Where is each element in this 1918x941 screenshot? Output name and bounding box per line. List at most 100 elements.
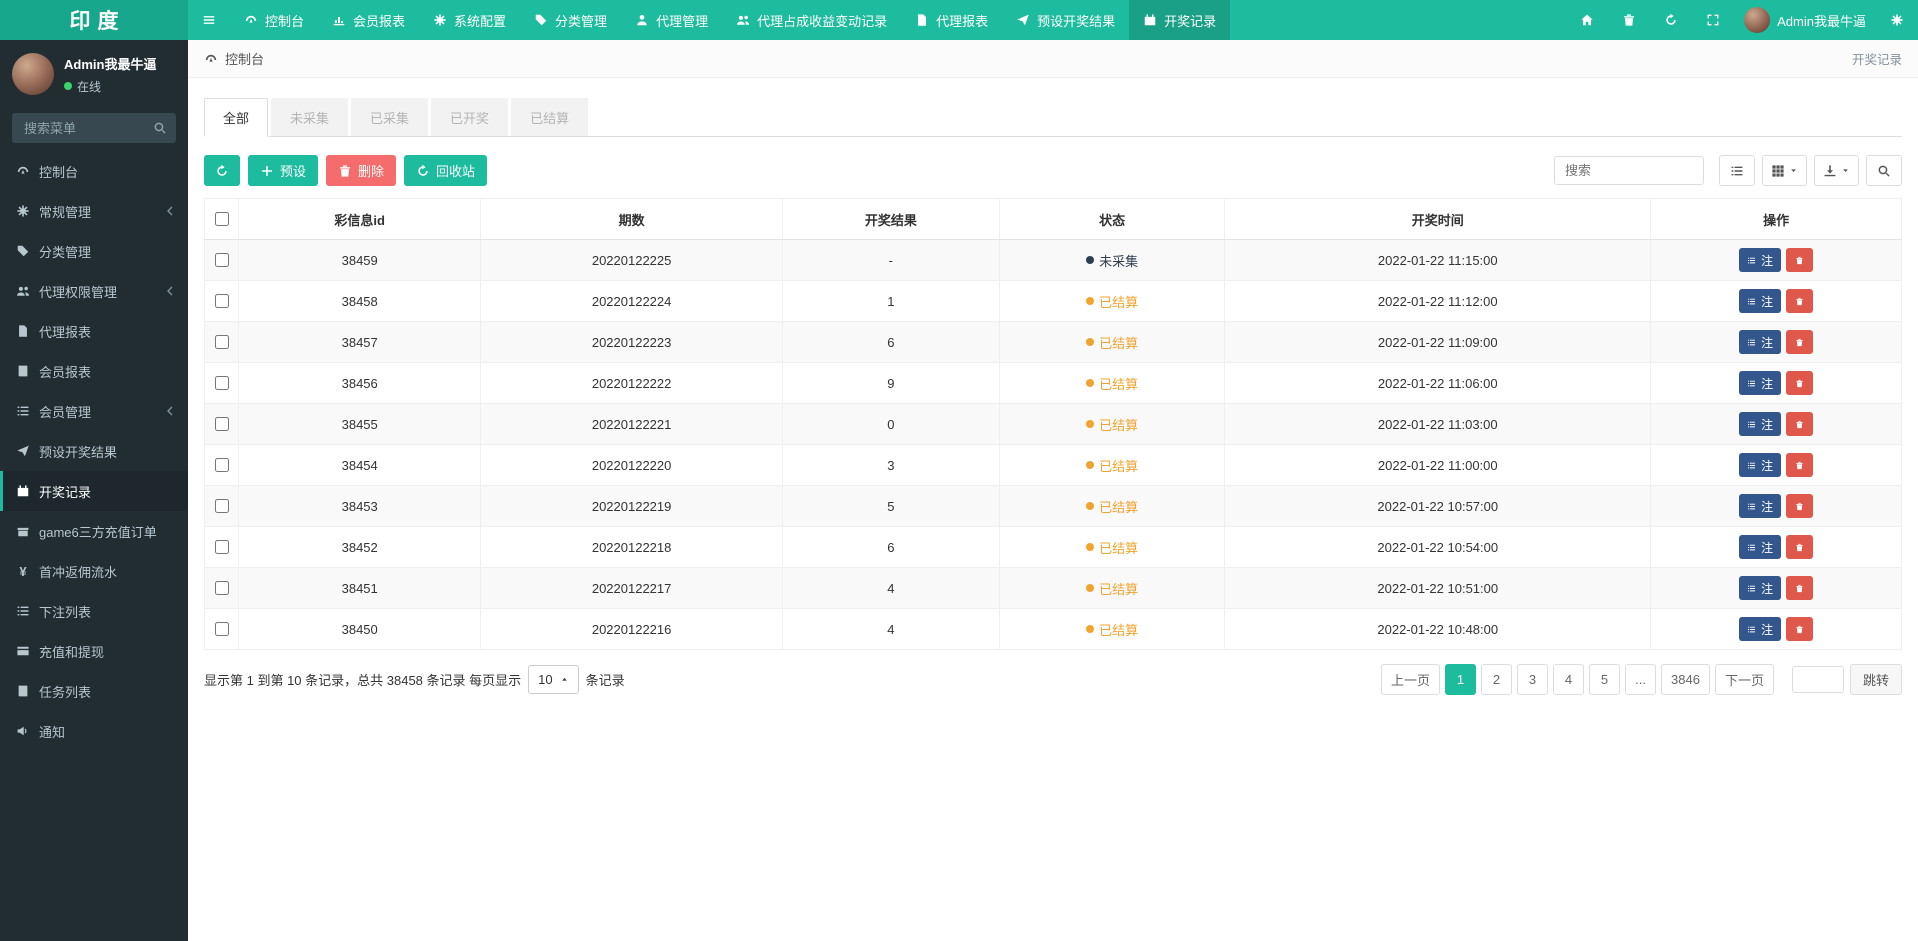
- delete-row-button[interactable]: [1786, 289, 1814, 313]
- delete-row-button[interactable]: [1786, 453, 1814, 477]
- delete-row-button[interactable]: [1786, 412, 1814, 436]
- page-button-4[interactable]: 4: [1553, 664, 1585, 695]
- sidebar-item-15[interactable]: 通知: [0, 711, 188, 751]
- row-checkbox[interactable]: [215, 499, 229, 513]
- delete-row-button[interactable]: [1786, 248, 1814, 272]
- row-checkbox[interactable]: [215, 294, 229, 308]
- settings-button[interactable]: [1876, 0, 1918, 40]
- fullscreen-button[interactable]: [1692, 0, 1734, 40]
- cell-actions: 注: [1650, 485, 1902, 527]
- row-checkbox[interactable]: [215, 253, 229, 267]
- note-button[interactable]: 注: [1739, 576, 1782, 600]
- note-button[interactable]: 注: [1739, 248, 1782, 272]
- note-button[interactable]: 注: [1739, 330, 1782, 354]
- page-button-1[interactable]: 1: [1445, 664, 1477, 695]
- topnav-item-5[interactable]: 代理管理: [621, 0, 722, 40]
- sidebar-search-input[interactable]: [12, 113, 176, 143]
- trash-icon: [1795, 543, 1804, 552]
- preset-button[interactable]: 预设: [248, 155, 319, 186]
- note-button[interactable]: 注: [1739, 494, 1782, 518]
- topnav-item-7[interactable]: 代理报表: [901, 0, 1002, 40]
- tab-2[interactable]: 未采集: [271, 98, 349, 136]
- delete-row-button[interactable]: [1786, 330, 1814, 354]
- sidebar-item-4[interactable]: 代理权限管理: [0, 271, 188, 311]
- chevron-left-icon: [162, 204, 176, 218]
- ellipsis-page-button[interactable]: ...: [1625, 664, 1657, 695]
- note-button[interactable]: 注: [1739, 289, 1782, 313]
- cell-actions: 注: [1650, 526, 1902, 568]
- page-size-select[interactable]: 10: [528, 665, 579, 694]
- row-checkbox[interactable]: [215, 622, 229, 636]
- note-button[interactable]: 注: [1739, 453, 1782, 477]
- next-page-button[interactable]: 下一页: [1714, 664, 1774, 695]
- tab-4[interactable]: 已开奖: [431, 98, 509, 136]
- sidebar-item-8[interactable]: 预设开奖结果: [0, 431, 188, 471]
- topnav-item-6[interactable]: 代理占成收益变动记录: [722, 0, 901, 40]
- delete-row-button[interactable]: [1786, 494, 1814, 518]
- delete-row-button[interactable]: [1786, 371, 1814, 395]
- cell-status: 已结算: [998, 280, 1226, 322]
- status-dot: [1086, 543, 1095, 551]
- row-checkbox[interactable]: [215, 581, 229, 595]
- page-button-5[interactable]: 5: [1589, 664, 1621, 695]
- topnav-item-2[interactable]: 会员报表: [318, 0, 419, 40]
- columns-dropdown-button[interactable]: [1762, 155, 1807, 186]
- sidebar-item-12[interactable]: 下注列表: [0, 591, 188, 631]
- sidebar-item-label: 首冲返佣流水: [39, 564, 118, 580]
- cell-id: 38453: [237, 485, 482, 527]
- delete-row-button[interactable]: [1786, 617, 1814, 641]
- sidebar-item-10[interactable]: game6三方充值订单: [0, 511, 188, 551]
- pagination-toggle-button[interactable]: [1719, 155, 1755, 186]
- clear-trash-button[interactable]: [1608, 0, 1650, 40]
- breadcrumb-location: 控制台: [204, 49, 264, 68]
- cell-period: 20220122224: [480, 280, 783, 322]
- sidebar-item-5[interactable]: 代理报表: [0, 311, 188, 351]
- prev-page-button[interactable]: 上一页: [1381, 664, 1441, 695]
- sidebar-item-13[interactable]: 充值和提现: [0, 631, 188, 671]
- tab-3[interactable]: 已采集: [351, 98, 429, 136]
- refresh-cache-button[interactable]: [1650, 0, 1692, 40]
- recycle-bin-button[interactable]: 回收站: [404, 155, 488, 186]
- sidebar-item-9[interactable]: 开奖记录: [0, 471, 188, 511]
- search-button[interactable]: [1866, 155, 1902, 186]
- sidebar-item-14[interactable]: 任务列表: [0, 671, 188, 711]
- sidebar-item-11[interactable]: ¥ 首冲返佣流水: [0, 551, 188, 591]
- sidebar-item-6[interactable]: 会员报表: [0, 351, 188, 391]
- tab-1[interactable]: 全部: [204, 98, 269, 137]
- table-header-row: 彩信息id 期数 开奖结果 状态 开奖时间 操作: [204, 198, 1902, 240]
- topnav-item-3[interactable]: 系统配置: [419, 0, 520, 40]
- row-checkbox[interactable]: [215, 458, 229, 472]
- topnav-item-4[interactable]: 分类管理: [520, 0, 621, 40]
- row-checkbox[interactable]: [215, 335, 229, 349]
- topbar-user-menu[interactable]: Admin我最牛逼: [1734, 0, 1876, 40]
- refresh-button[interactable]: [204, 155, 240, 186]
- sidebar-item-7[interactable]: 会员管理: [0, 391, 188, 431]
- sidebar-item-3[interactable]: 分类管理: [0, 231, 188, 271]
- sidebar-item-2[interactable]: 常规管理: [0, 191, 188, 231]
- export-dropdown-button[interactable]: [1814, 155, 1859, 186]
- note-button[interactable]: 注: [1739, 617, 1782, 641]
- note-button[interactable]: 注: [1739, 535, 1782, 559]
- delete-button[interactable]: 删除: [326, 155, 397, 186]
- jump-page-input[interactable]: [1791, 666, 1844, 693]
- topnav-item-8[interactable]: 预设开奖结果: [1002, 0, 1129, 40]
- jump-button[interactable]: 跳转: [1849, 664, 1902, 695]
- delete-row-button[interactable]: [1786, 576, 1814, 600]
- note-button[interactable]: 注: [1739, 371, 1782, 395]
- row-checkbox[interactable]: [215, 540, 229, 554]
- sidebar-item-1[interactable]: 控制台: [0, 151, 188, 191]
- tab-5[interactable]: 已结算: [511, 98, 589, 136]
- row-checkbox[interactable]: [215, 376, 229, 390]
- menu-toggle-button[interactable]: [188, 0, 230, 40]
- table-search-input[interactable]: [1554, 156, 1704, 185]
- topnav-item-1[interactable]: 控制台: [230, 0, 318, 40]
- note-button[interactable]: 注: [1739, 412, 1782, 436]
- page-button-3[interactable]: 3: [1517, 664, 1549, 695]
- select-all-checkbox[interactable]: [215, 212, 229, 226]
- home-button[interactable]: [1566, 0, 1608, 40]
- page-button-3846[interactable]: 3846: [1661, 664, 1710, 695]
- row-checkbox[interactable]: [215, 417, 229, 431]
- delete-row-button[interactable]: [1786, 535, 1814, 559]
- topnav-item-9[interactable]: 开奖记录: [1129, 0, 1231, 40]
- page-button-2[interactable]: 2: [1481, 664, 1513, 695]
